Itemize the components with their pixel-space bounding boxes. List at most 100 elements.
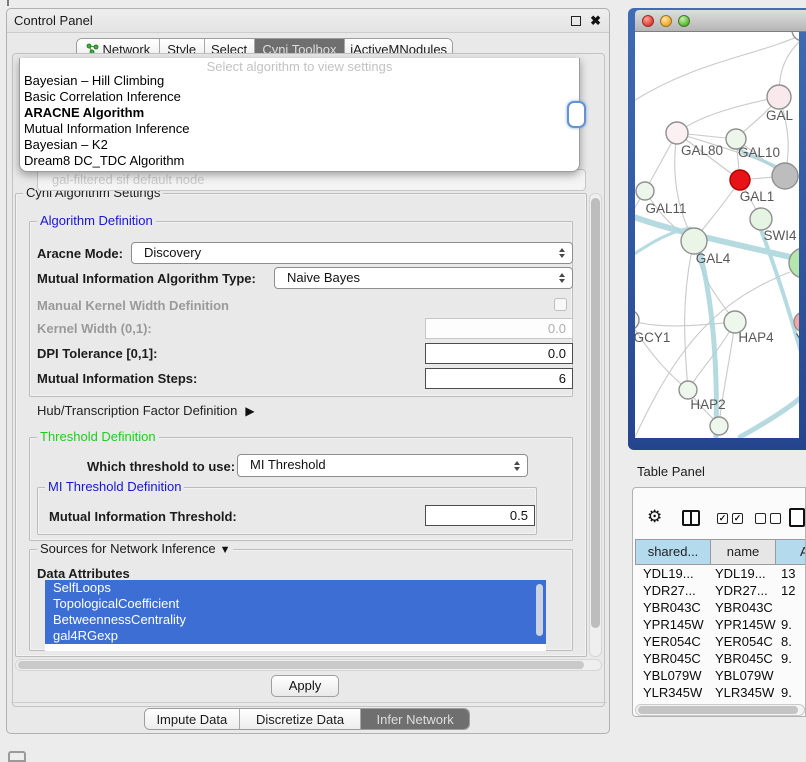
hub-definition-expander[interactable]: Hub/Transcription Factor Definition▶ — [37, 403, 255, 418]
table-row[interactable]: YBR045C YBR045C 9. — [635, 650, 806, 667]
kernel-width-input[interactable]: 0.0 — [425, 318, 573, 339]
network-window-titlebar[interactable] — [635, 10, 806, 32]
document-icon[interactable] — [789, 508, 805, 527]
table-horizontal-scrollbar[interactable] — [635, 704, 805, 716]
control-panel-title: Control Panel — [14, 13, 93, 28]
mi-type-value: Naive Bayes — [287, 270, 360, 285]
which-threshold-value: MI Threshold — [250, 457, 326, 472]
attribute-item-selected[interactable]: TopologicalCoefficient — [45, 596, 546, 612]
manual-kernel-label: Manual Kernel Width Definition — [37, 298, 229, 313]
table-row[interactable]: YPR145W YPR145W 9. — [635, 616, 806, 633]
mi-steps-input[interactable]: 6 — [425, 368, 573, 389]
cell-name: YER054C — [715, 633, 773, 650]
network-node[interactable] — [772, 163, 798, 189]
zoom-traffic-icon[interactable] — [678, 15, 690, 27]
column-header-partial[interactable]: A — [776, 539, 806, 565]
network-selector-value: gal-filtered sif default node — [52, 172, 204, 187]
network-node-label: GCY1 — [635, 330, 670, 345]
list-scrollbar-thumb[interactable] — [536, 584, 543, 636]
attribute-item-selected[interactable]: gal4RGexp — [45, 628, 546, 644]
checkbox-unchecked-icon[interactable] — [770, 513, 781, 524]
network-node[interactable] — [767, 85, 791, 109]
network-node[interactable] — [666, 122, 688, 144]
table-row[interactable]: YDL19... YDL19... 13 — [635, 565, 806, 582]
float-icon[interactable] — [571, 16, 581, 26]
table-row[interactable]: YLR345W YLR345W 9. — [635, 684, 806, 701]
footer-divider — [11, 702, 607, 703]
control-panel-titlebar[interactable]: Control Panel ✖ — [7, 9, 609, 33]
mi-steps-label: Mutual Information Steps: — [37, 371, 197, 386]
cell-shared-name: YBL079W — [643, 667, 702, 684]
network-node[interactable] — [750, 208, 772, 230]
mi-threshold-label: Mutual Information Threshold: — [49, 509, 237, 524]
which-threshold-select[interactable]: MI Threshold — [237, 454, 528, 477]
cell-shared-name: YDR27... — [643, 582, 696, 599]
stepper-icon — [559, 248, 565, 258]
network-node-selected[interactable] — [730, 170, 750, 190]
gear-icon[interactable]: ⚙ — [647, 507, 662, 527]
cell-name: YBL079W — [715, 667, 774, 684]
manual-kernel-checkbox[interactable] — [554, 298, 567, 311]
focused-combo-fragment — [567, 101, 586, 128]
checkbox-unchecked-icon[interactable] — [755, 513, 766, 524]
algorithm-option[interactable]: Bayesian – Hill Climbing — [20, 73, 579, 89]
data-attributes-list[interactable]: SelfLoops TopologicalCoefficient Between… — [45, 580, 546, 651]
table-panel: ⚙ ✓ ✓ shared... name A YDL19... YDL19...… — [632, 487, 806, 717]
network-node[interactable] — [792, 32, 799, 41]
algorithm-option-selected[interactable]: ARACNE Algorithm — [20, 105, 579, 121]
close-icon[interactable]: ✖ — [590, 12, 601, 30]
settings-vertical-scrollbar-thumb[interactable] — [591, 198, 600, 628]
settings-horizontal-scrollbar[interactable] — [15, 659, 602, 671]
checkbox-checked-icon[interactable]: ✓ — [732, 513, 743, 524]
cell-shared-name: YBR045C — [643, 650, 701, 667]
algorithm-option[interactable]: Bayesian – K2 — [20, 137, 579, 153]
network-teal-edges — [635, 148, 799, 437]
columns-icon[interactable] — [682, 510, 700, 526]
tab-discretize-data[interactable]: Discretize Data — [240, 709, 362, 729]
sources-title-row[interactable]: Sources for Network Inference▼ — [37, 542, 233, 557]
close-traffic-icon[interactable] — [642, 15, 654, 27]
collapsed-panel-icon[interactable] — [8, 751, 26, 762]
dpi-tolerance-input[interactable]: 0.0 — [425, 343, 573, 364]
data-attributes-label: Data Attributes — [37, 566, 130, 581]
table-horizontal-scrollbar-thumb[interactable] — [638, 706, 798, 714]
tab-infer-network[interactable]: Infer Network — [361, 709, 469, 729]
aracne-mode-select[interactable]: Discovery — [131, 242, 573, 264]
cell-name: YBR043C — [715, 599, 773, 616]
column-header-name[interactable]: name — [711, 539, 776, 565]
expand-arrow-icon[interactable]: ▶ — [245, 404, 254, 418]
algorithm-option[interactable]: Basic Correlation Inference — [20, 89, 579, 105]
attribute-item-selected[interactable]: BetweennessCentrality — [45, 612, 546, 628]
network-node-label: GAL — [766, 108, 794, 123]
network-node[interactable] — [636, 182, 654, 200]
settings-horizontal-scrollbar-thumb[interactable] — [18, 661, 584, 669]
mi-threshold-input[interactable]: 0.5 — [425, 505, 535, 526]
algorithm-option[interactable]: Mutual Information Inference — [20, 121, 579, 137]
column-header-shared-name[interactable]: shared... — [635, 539, 711, 565]
network-node-label: GAL80 — [681, 143, 723, 158]
algorithm-option[interactable]: Dream8 DC_TDC Algorithm — [20, 153, 579, 169]
cell-value: 9. — [781, 684, 792, 701]
cell-name: YLR345W — [715, 684, 774, 701]
tab-impute-data[interactable]: Impute Data — [145, 709, 240, 729]
network-node[interactable] — [710, 417, 728, 435]
table-row[interactable]: YER054C YER054C 8. — [635, 633, 806, 650]
settings-vertical-scrollbar[interactable] — [589, 193, 602, 657]
cytoscape-desktop: Control Panel ✖ Network Style Select — [0, 0, 806, 762]
network-canvas[interactable]: GAL GAL80 GAL10 GAL1 GAL11 SWI4 GAL4 GCY… — [635, 32, 799, 438]
table-row[interactable]: YBR043C YBR043C — [635, 599, 806, 616]
network-node[interactable] — [635, 310, 639, 330]
cell-value: 8. — [781, 633, 792, 650]
network-selector-combo[interactable]: gal-filtered sif default node — [37, 169, 586, 191]
attribute-item-selected[interactable]: SelfLoops — [45, 580, 546, 596]
table-row[interactable]: YBL079W YBL079W — [635, 667, 806, 684]
cell-shared-name: YDL19... — [643, 565, 694, 582]
mi-type-select[interactable]: Naive Bayes — [274, 267, 573, 289]
apply-button[interactable]: Apply — [271, 675, 339, 697]
cell-shared-name: YER054C — [643, 633, 701, 650]
minimize-traffic-icon[interactable] — [660, 15, 672, 27]
network-node[interactable] — [789, 248, 799, 278]
checkbox-checked-icon[interactable]: ✓ — [717, 513, 728, 524]
table-row[interactable]: YDR27... YDR27... 12 — [635, 582, 806, 599]
collapse-arrow-icon[interactable]: ▼ — [220, 544, 231, 556]
